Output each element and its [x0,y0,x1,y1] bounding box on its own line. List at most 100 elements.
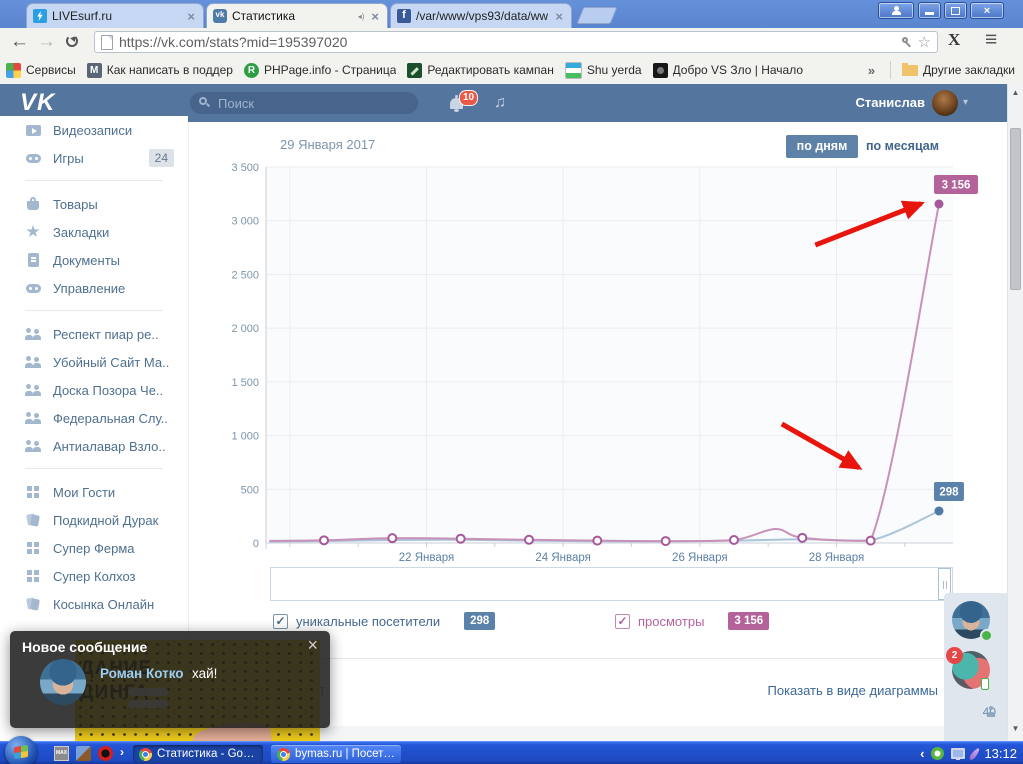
livesurf-favicon [33,9,47,23]
sidebar-item[interactable]: Антиалавар Взло.. [0,432,188,460]
sidebar-item[interactable]: Респект пиар ре.. [0,320,188,348]
games-icon [25,150,42,166]
icq-icon[interactable] [931,747,944,760]
vk-logo[interactable]: VK [20,89,55,117]
tab-livesurf[interactable]: LIVEsurf.ru × [26,3,204,28]
tab-statistika[interactable]: Статистика ◂) × [206,3,388,28]
feather-icon[interactable] [969,746,982,760]
sidebar-item[interactable]: Товары [0,190,188,218]
apps-icon [25,568,42,584]
quicklaunch-red-icon[interactable] [98,746,113,761]
bookmarks-overflow-icon[interactable]: » [868,63,879,78]
clock[interactable]: 13:12 [984,746,1017,761]
legend-label[interactable]: уникальные посетители [296,614,440,629]
bookmark-shu-yerda[interactable]: Shu yerda [565,62,642,79]
group-icon [25,326,42,342]
bookmark-servisy[interactable]: Сервисы [6,63,76,78]
tab-close-icon[interactable]: × [369,10,381,23]
vk-sidebar: ВидеозаписиИгры24 ТоварыЗакладкиДокументы… [0,116,188,618]
page-icon [101,35,113,50]
music-note-icon[interactable]: ♫ [494,94,506,112]
sidebar-item[interactable]: Федеральная Слу.. [0,404,188,432]
sidebar-item[interactable]: Убойный Сайт Ма.. [0,348,188,376]
reload-button[interactable] [66,35,78,47]
sidebar-item[interactable]: Супер Ферма [0,534,188,562]
forward-button[interactable]: → [37,29,56,55]
extension-x-icon[interactable]: X [948,30,960,50]
sidebar-item[interactable]: Косынка Онлайн [0,590,188,618]
scrollbar-thumb[interactable] [1010,128,1021,290]
back-button[interactable]: ← [10,29,29,55]
chevron-down-icon[interactable]: ▾ [963,97,968,108]
key-icon[interactable] [902,37,912,47]
quicklaunch-expand-icon[interactable]: › [120,745,124,759]
legend-value-badge: 298 [464,612,495,630]
sender-name-link[interactable]: Роман Котко [100,666,184,681]
sender-avatar[interactable] [40,659,86,705]
sidebar-item[interactable]: Мои Гости [0,478,188,506]
notification-badge[interactable]: 10 [459,90,478,106]
legend-label[interactable]: просмотры [638,614,704,629]
tab-close-icon[interactable]: × [185,10,197,23]
restore-button[interactable] [944,2,967,19]
user-avatar[interactable] [932,90,958,116]
tab-server-file[interactable]: /var/www/vps93/data/www/ × [390,3,572,28]
new-tab-button[interactable] [577,7,618,24]
sidebar-item[interactable]: Видеозаписи [0,116,188,144]
svg-text:1 500: 1 500 [231,377,259,389]
sidebar-item[interactable]: Игры24 [0,144,188,172]
bookmark-star-icon[interactable]: ☆ [918,35,931,50]
tab-close-icon[interactable]: × [553,10,565,23]
toggle-by-days[interactable]: по дням [786,135,858,158]
bookmark-support[interactable]: Как написать в поддер [87,63,233,78]
divider [25,310,163,311]
taskbar-button-bymas[interactable]: bymas.ru | Посетит... [271,745,401,763]
bookmarks-bar: Сервисы Как написать в поддер PHPage.inf… [0,56,1023,84]
sidebar-item[interactable]: Супер Колхоз [0,562,188,590]
quicklaunch-app-icon[interactable] [76,746,91,761]
sidebar-item[interactable]: Подкидной Дурак [0,506,188,534]
close-window-button[interactable]: × [970,2,1004,19]
chart-plot-area[interactable] [266,167,953,543]
checkbox-views[interactable]: ✓ [615,614,630,629]
sidebar-item[interactable]: Закладки [0,218,188,246]
browser-menu-icon[interactable]: ≡ [985,28,997,52]
divider [25,468,163,469]
url-text[interactable]: https://vk.com/stats?mid=195397020 [119,34,896,50]
address-bar[interactable]: https://vk.com/stats?mid=195397020 ☆ [94,31,938,53]
bookmark-label: Сервисы [26,63,76,77]
svg-text:22 Января: 22 Января [399,552,455,564]
quicklaunch-max-icon[interactable] [54,746,69,761]
bookmark-edit-campaign[interactable]: Редактировать кампан [407,63,553,78]
search-input[interactable] [190,92,418,114]
close-icon[interactable]: × [307,635,318,656]
taskbar-button-statistika[interactable]: Статистика - Googl... [133,745,263,763]
chart-range-selector[interactable] [270,567,953,601]
vk-favicon [213,9,227,23]
screen: LIVEsurf.ru × Статистика ◂) × /var/www/v… [0,0,1023,764]
sidebar-item-label: Управление [53,281,188,296]
network-monitor-icon[interactable] [951,748,965,759]
sidebar-item[interactable]: Документы [0,246,188,274]
bookmark-dobro-vs-zlo[interactable]: Добро VS Зло | Начало [653,63,804,78]
bookmark-phpage[interactable]: PHPage.info - Страница [244,63,396,78]
chat-avatar-1[interactable] [952,601,990,639]
toggle-by-months[interactable]: по месяцам [866,139,939,153]
other-bookmarks-button[interactable]: Другие закладки [902,63,1023,77]
page-scrollbar[interactable]: ▲ ▼ [1007,84,1023,741]
scroll-down-icon[interactable]: ▼ [1008,724,1023,733]
sidebar-item-label: Мои Гости [53,485,188,500]
profile-window-button[interactable] [878,2,914,19]
tray-collapse-icon[interactable]: ‹ [920,746,924,761]
user-name[interactable]: Станислав [855,95,925,110]
checkbox-unique-visitors[interactable]: ✓ [273,614,288,629]
new-message-popup[interactable]: Новое сообщение × Роман Котко хай! [10,631,330,728]
start-button[interactable] [5,736,37,764]
show-as-diagram-link[interactable]: Показать в виде диаграммы [768,683,939,698]
scroll-up-icon[interactable]: ▲ [1008,88,1023,97]
group-icon [25,410,42,426]
svg-text:26 Января: 26 Января [672,552,728,564]
minimize-button[interactable] [918,2,941,19]
sidebar-item[interactable]: Доска Позора Че.. [0,376,188,404]
sidebar-item[interactable]: Управление [0,274,188,302]
